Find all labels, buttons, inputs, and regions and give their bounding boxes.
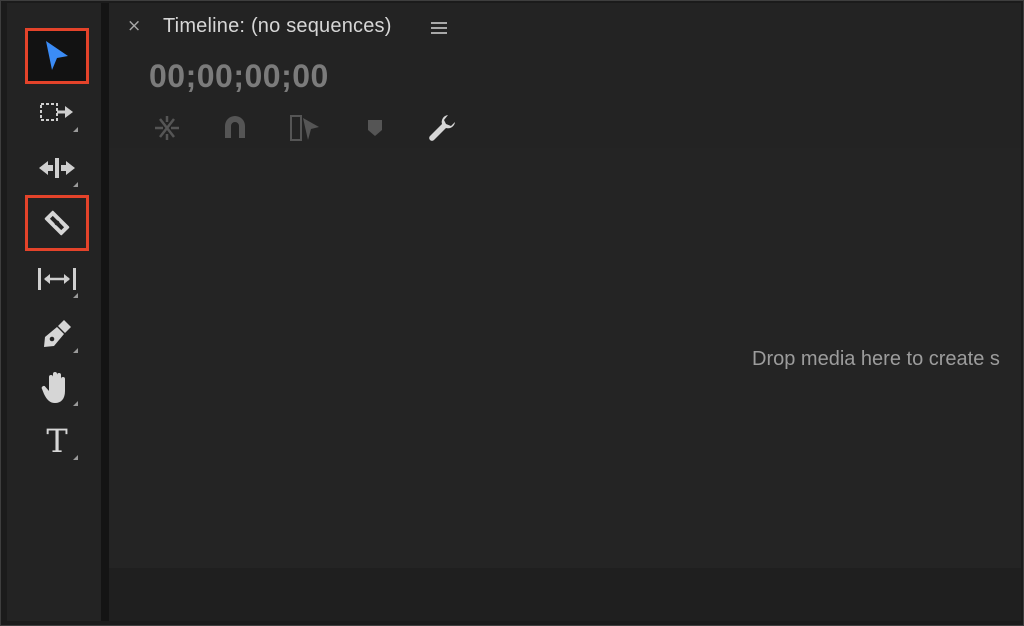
- selection-arrow-icon: [46, 41, 68, 70]
- tool-group-indicator: [73, 182, 78, 187]
- type-tool[interactable]: T: [25, 413, 89, 469]
- tool-group-indicator: [73, 293, 78, 298]
- ripple-edit-icon: [39, 158, 75, 178]
- hand-tool[interactable]: [25, 359, 89, 415]
- selection-tool[interactable]: [25, 28, 89, 84]
- pen-tool[interactable]: [25, 306, 89, 362]
- wrench-icon: [429, 115, 455, 141]
- nest-sequence-button[interactable]: [149, 111, 185, 145]
- type-icon: T: [46, 422, 68, 460]
- razor-icon: [44, 210, 70, 236]
- ripple-edit-tool[interactable]: [25, 140, 89, 196]
- linked-selection-icon: [290, 115, 319, 141]
- marker-icon: [368, 120, 382, 136]
- razor-tool[interactable]: [25, 195, 89, 251]
- tools-panel: T: [7, 3, 101, 621]
- track-select-forward-icon: [40, 103, 73, 121]
- tool-group-indicator: [73, 348, 78, 353]
- timeline-settings-button[interactable]: [425, 111, 461, 145]
- timeline-panel: × Timeline: (no sequences) 00;00;00;00 D…: [109, 3, 1021, 621]
- tool-group-indicator: [73, 455, 78, 460]
- close-panel-icon[interactable]: ×: [127, 16, 141, 36]
- nest-sequence-icon: [155, 116, 179, 140]
- timeline-track-area[interactable]: Drop media here to create s: [109, 148, 1021, 568]
- panel-divider[interactable]: [101, 3, 109, 621]
- slip-icon: [38, 268, 76, 290]
- slip-tool[interactable]: [25, 251, 89, 307]
- tool-group-indicator: [73, 401, 78, 406]
- add-marker-button[interactable]: [357, 111, 393, 145]
- timeline-scroll-bar[interactable]: [109, 568, 1021, 621]
- linked-selection-button[interactable]: [287, 111, 323, 145]
- track-select-forward-tool[interactable]: [25, 85, 89, 141]
- pen-icon: [44, 320, 71, 347]
- timeline-tab-bar: × Timeline: (no sequences): [109, 3, 1021, 53]
- drop-media-message: Drop media here to create s: [752, 348, 1000, 370]
- playhead-timecode[interactable]: 00;00;00;00: [149, 58, 329, 95]
- snap-button[interactable]: [217, 111, 253, 145]
- hand-icon: [41, 372, 65, 403]
- timeline-tab-title[interactable]: Timeline: (no sequences): [163, 15, 392, 38]
- tool-group-indicator: [73, 127, 78, 132]
- magnet-snap-icon: [225, 116, 245, 138]
- hamburger-menu-icon[interactable]: [431, 21, 447, 35]
